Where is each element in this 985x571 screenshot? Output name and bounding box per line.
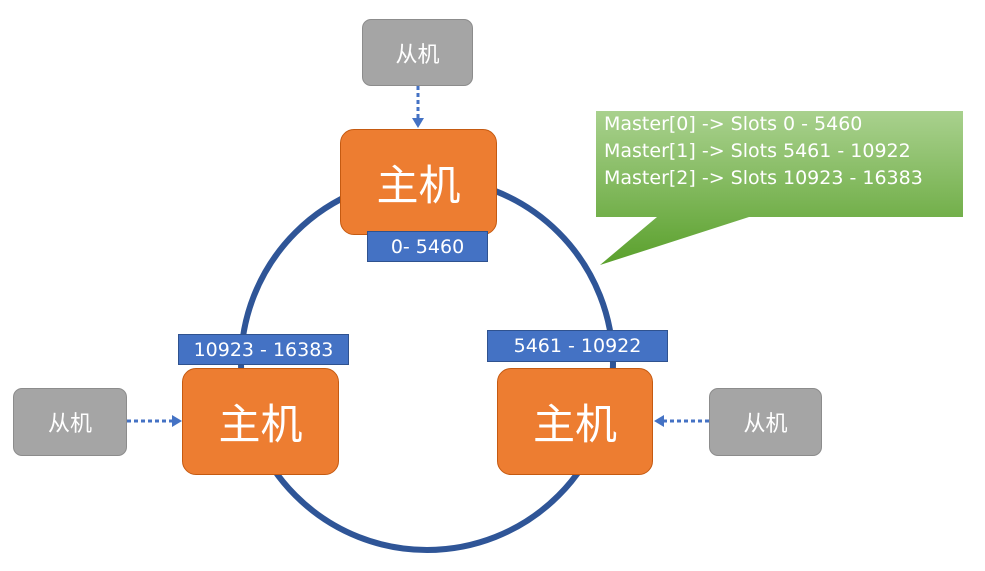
slave-node-top: 从机 — [362, 19, 473, 86]
diagram-canvas — [127, 86, 963, 553]
replication-arrow-top — [412, 86, 424, 128]
master-label-top: 主机 — [376, 160, 461, 210]
slot-range-top: 0- 5460 — [367, 231, 488, 262]
callout-text: Master[0] -> Slots 0 - 5460 Master[1] ->… — [604, 111, 923, 192]
master-label-left: 主机 — [218, 400, 303, 449]
master-node-left: 主机 — [182, 368, 339, 475]
slot-range-right: 5461 - 10922 — [487, 330, 668, 362]
slot-range-left: 10923 - 16383 — [178, 334, 349, 365]
replication-arrow-left — [127, 415, 182, 427]
callout-line-master-0: Master[0] -> Slots 0 - 5460 — [604, 113, 863, 135]
slave-node-left: 从机 — [13, 388, 127, 456]
master-node-right: 主机 — [497, 368, 653, 475]
callout-line-master-2: Master[2] -> Slots 10923 - 16383 — [604, 167, 923, 189]
master-node-top: 主机 — [340, 129, 497, 235]
slave-label-right: 从机 — [743, 412, 788, 437]
slave-label-left: 从机 — [47, 412, 92, 437]
master-label-right: 主机 — [532, 400, 617, 449]
slave-node-right: 从机 — [709, 388, 822, 456]
replication-arrow-right — [654, 415, 709, 427]
redis-cluster-diagram: 从机 从机 从机 主机 主机 主机 0- 5460 10923 - 16383 … — [0, 0, 985, 571]
slave-label-top: 从机 — [395, 42, 440, 68]
callout-line-master-1: Master[1] -> Slots 5461 - 10922 — [604, 140, 911, 162]
